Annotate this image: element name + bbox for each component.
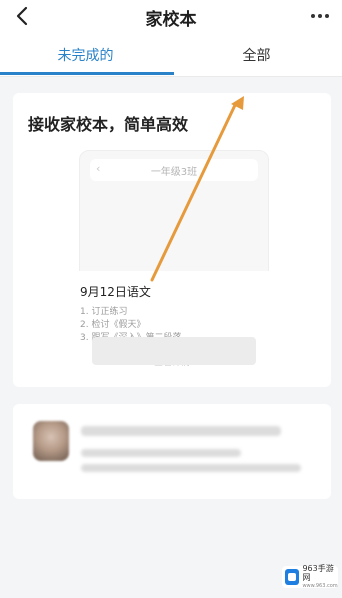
intro-heading: 接收家校本，简单高效 xyxy=(28,115,189,134)
avatar xyxy=(33,421,69,461)
intro-card: 接收家校本，简单高效 ‹ 一年级3班 9月12日语文 1. 订正练习 2. 检讨… xyxy=(13,93,331,387)
blurred-text-line xyxy=(81,449,241,457)
watermark-logo: 963手游网 www.963.com xyxy=(282,563,338,589)
preview-bottom-bar xyxy=(92,337,256,365)
preview-note-title: 9月12日语文 xyxy=(80,285,151,299)
tab-bar: 未完成的 全部 xyxy=(0,34,342,77)
preview-note-item: 1. 订正练习 xyxy=(80,307,128,317)
phone-preview: ‹ 一年级3班 9月12日语文 1. 订正练习 2. 检讨《假天》 3. 跟写《… xyxy=(68,150,276,376)
tab-incomplete[interactable]: 未完成的 xyxy=(0,34,171,76)
blurred-text-line xyxy=(81,426,281,436)
homework-record-card[interactable] xyxy=(13,404,331,499)
preview-class-name: 一年级3班 xyxy=(150,166,198,178)
more-dots-icon xyxy=(311,14,329,18)
watermark-text: 963手游网 www.963.com xyxy=(302,563,338,589)
preview-back-icon: ‹ xyxy=(96,162,101,175)
preview-note-item: 2. 检讨《假天》 xyxy=(80,320,146,330)
active-tab-indicator xyxy=(0,72,174,75)
page-title: 家校本 xyxy=(145,10,197,30)
more-options-button[interactable] xyxy=(306,2,334,30)
watermark-icon xyxy=(285,569,300,585)
top-navigation-bar: 家校本 xyxy=(0,0,342,34)
tab-all[interactable]: 全部 xyxy=(171,34,342,76)
preview-header: ‹ 一年级3班 xyxy=(90,159,258,181)
blurred-text-line xyxy=(81,464,301,472)
